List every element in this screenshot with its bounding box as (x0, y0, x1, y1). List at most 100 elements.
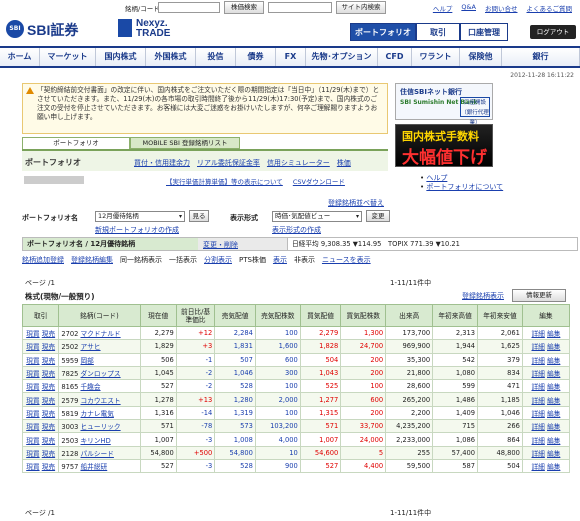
nav-market[interactable]: マーケット (40, 48, 96, 66)
help-link-2[interactable]: ヘルプ (426, 174, 447, 182)
detail-link[interactable]: 詳細 (532, 410, 545, 418)
margin-rate-link[interactable]: リアル委託保証金率 (197, 158, 260, 168)
edit-link[interactable]: 編集 (547, 463, 560, 471)
split-view-link[interactable]: 分割表示 (204, 255, 232, 267)
buy-link[interactable]: 現買 (26, 463, 39, 471)
stock-name-link[interactable]: コカウエスト (80, 397, 120, 405)
stock-name-link[interactable]: マクドナルド (80, 330, 120, 338)
show-link[interactable]: 表示 (273, 255, 287, 267)
detail-link[interactable]: 詳細 (532, 370, 545, 378)
sell-link[interactable]: 現売 (42, 383, 55, 391)
bulk-view[interactable]: 一括表示 (169, 255, 197, 267)
stock-name-link[interactable]: 岡部 (80, 357, 93, 365)
stock-name-link[interactable]: カナレ電気 (80, 410, 113, 418)
detail-link[interactable]: 詳細 (532, 423, 545, 431)
registered-stocks-link[interactable]: 登録銘柄表示 (462, 291, 504, 301)
nav-insurance[interactable]: 保険他 (460, 48, 502, 66)
pts-price-toggle[interactable]: PTS株価 (239, 255, 266, 267)
tab-mobile-list[interactable]: MOBILE SBI 登録銘柄リスト (130, 137, 240, 149)
csv-download-link[interactable]: CSVダウンロード (293, 176, 345, 186)
netbank-banner[interactable]: 住信SBIネット銀行 SBI Sumishin Net Bank 口座開設（銀行… (395, 83, 493, 126)
nav-home[interactable]: ホーム (0, 48, 40, 66)
brand-name[interactable]: SBI証券 (27, 20, 78, 40)
sell-link[interactable]: 現売 (42, 410, 55, 418)
margin-sim-link[interactable]: 信用シミュレーター (267, 158, 330, 168)
detail-link[interactable]: 詳細 (532, 463, 545, 471)
buy-link[interactable]: 現買 (26, 357, 39, 365)
detail-link[interactable]: 詳細 (532, 330, 545, 338)
col-volume[interactable]: 出来高 (385, 304, 434, 327)
sell-link[interactable]: 現売 (42, 343, 55, 351)
sell-link[interactable]: 現売 (42, 463, 55, 471)
contact-link[interactable]: お問い合せ (485, 3, 518, 13)
stock-name-link[interactable]: キリンHD (80, 437, 110, 445)
edit-link[interactable]: 編集 (547, 450, 560, 458)
help-link[interactable]: ヘルプ (433, 3, 453, 13)
qa-link[interactable]: Q&A (461, 3, 476, 13)
detail-link[interactable]: 詳細 (532, 343, 545, 351)
stock-name-link[interactable]: ヒューリック (80, 423, 120, 431)
col-stock[interactable]: 銘柄(コード) (58, 304, 141, 327)
nav-fund[interactable]: 投信 (196, 48, 236, 66)
buy-link[interactable]: 現買 (26, 343, 39, 351)
stock-name-link[interactable]: ダンロップス (80, 370, 120, 378)
stock-name-link[interactable]: アサヒ (80, 343, 100, 351)
buy-link[interactable]: 現買 (26, 437, 39, 445)
buy-link[interactable]: 現買 (26, 383, 39, 391)
nav-fx[interactable]: FX (276, 48, 306, 66)
nav-futures-options[interactable]: 先物･オプション (306, 48, 378, 66)
sbi-logo-icon[interactable]: SBI (6, 20, 24, 38)
edit-link[interactable]: 編集 (547, 357, 560, 365)
site-search-input[interactable] (268, 2, 332, 13)
sell-link[interactable]: 現売 (42, 423, 55, 431)
col-change[interactable]: 前日比/基準価比 (175, 304, 216, 327)
sell-link[interactable]: 現売 (42, 437, 55, 445)
same-stock-view[interactable]: 同一銘柄表示 (120, 255, 162, 267)
faq-link[interactable]: よくあるご質問 (527, 3, 573, 13)
show-news-link[interactable]: ニュースを表示 (322, 255, 371, 267)
edit-link[interactable]: 編集 (547, 370, 560, 378)
buy-link[interactable]: 現買 (26, 423, 39, 431)
fee-banner[interactable]: 国内株式手数料 大幅値下げ (395, 124, 493, 168)
edit-delete-link[interactable]: 変更・削除 (203, 240, 238, 250)
buy-link[interactable]: 現買 (26, 410, 39, 418)
edit-link[interactable]: 編集 (547, 423, 560, 431)
sell-link[interactable]: 現売 (42, 397, 55, 405)
nav-domestic-stock[interactable]: 国内株式 (96, 48, 146, 66)
nav-bank[interactable]: 銀行 (502, 48, 580, 66)
edit-link[interactable]: 編集 (547, 330, 560, 338)
create-format-link[interactable]: 表示形式の作成 (272, 225, 321, 235)
stock-code-input[interactable] (158, 2, 220, 13)
edit-link[interactable]: 編集 (547, 343, 560, 351)
nav-warrant[interactable]: ワラント (412, 48, 460, 66)
tab-portfolio[interactable]: ポートフォリオ (22, 137, 130, 149)
hide-toggle[interactable]: 非表示 (294, 255, 315, 267)
nav-bond[interactable]: 債券 (236, 48, 276, 66)
view-button[interactable]: 見る (189, 210, 209, 222)
account-button[interactable]: 口座管理 (460, 23, 508, 41)
nav-cfd[interactable]: CFD (378, 48, 412, 66)
site-search-button[interactable]: サイト内検索 (336, 1, 386, 14)
sell-link[interactable]: 現売 (42, 370, 55, 378)
buying-power-link[interactable]: 買付・信用建余力 (134, 158, 190, 168)
trade-button[interactable]: 取引 (416, 23, 460, 41)
stock-name-link[interactable]: 千趣会 (80, 383, 100, 391)
sort-stocks-link[interactable]: 登録銘柄並べ替え (328, 198, 384, 208)
display-format-select[interactable]: 時価･気配値ビュー (272, 211, 362, 222)
portfolio-button[interactable]: ポートフォリオ (350, 23, 416, 41)
detail-link[interactable]: 詳細 (532, 437, 545, 445)
new-portfolio-link[interactable]: 新規ポートフォリオの作成 (95, 225, 179, 235)
edit-stocks-link[interactable]: 登録銘柄編集 (71, 255, 113, 267)
detail-link[interactable]: 詳細 (532, 397, 545, 405)
refresh-button[interactable]: 情報更新 (512, 289, 566, 302)
add-stock-link[interactable]: 銘柄追加登録 (22, 255, 64, 267)
nav-foreign-stock[interactable]: 外国株式 (146, 48, 196, 66)
sell-link[interactable]: 現売 (42, 330, 55, 338)
logout-button[interactable]: ログアウト (530, 25, 576, 39)
detail-link[interactable]: 詳細 (532, 357, 545, 365)
stock-price-link[interactable]: 株価 (337, 158, 351, 168)
detail-link[interactable]: 詳細 (532, 383, 545, 391)
sell-link[interactable]: 現売 (42, 450, 55, 458)
edit-link[interactable]: 編集 (547, 410, 560, 418)
portfolio-about-link[interactable]: ポートフォリオについて (426, 183, 503, 191)
